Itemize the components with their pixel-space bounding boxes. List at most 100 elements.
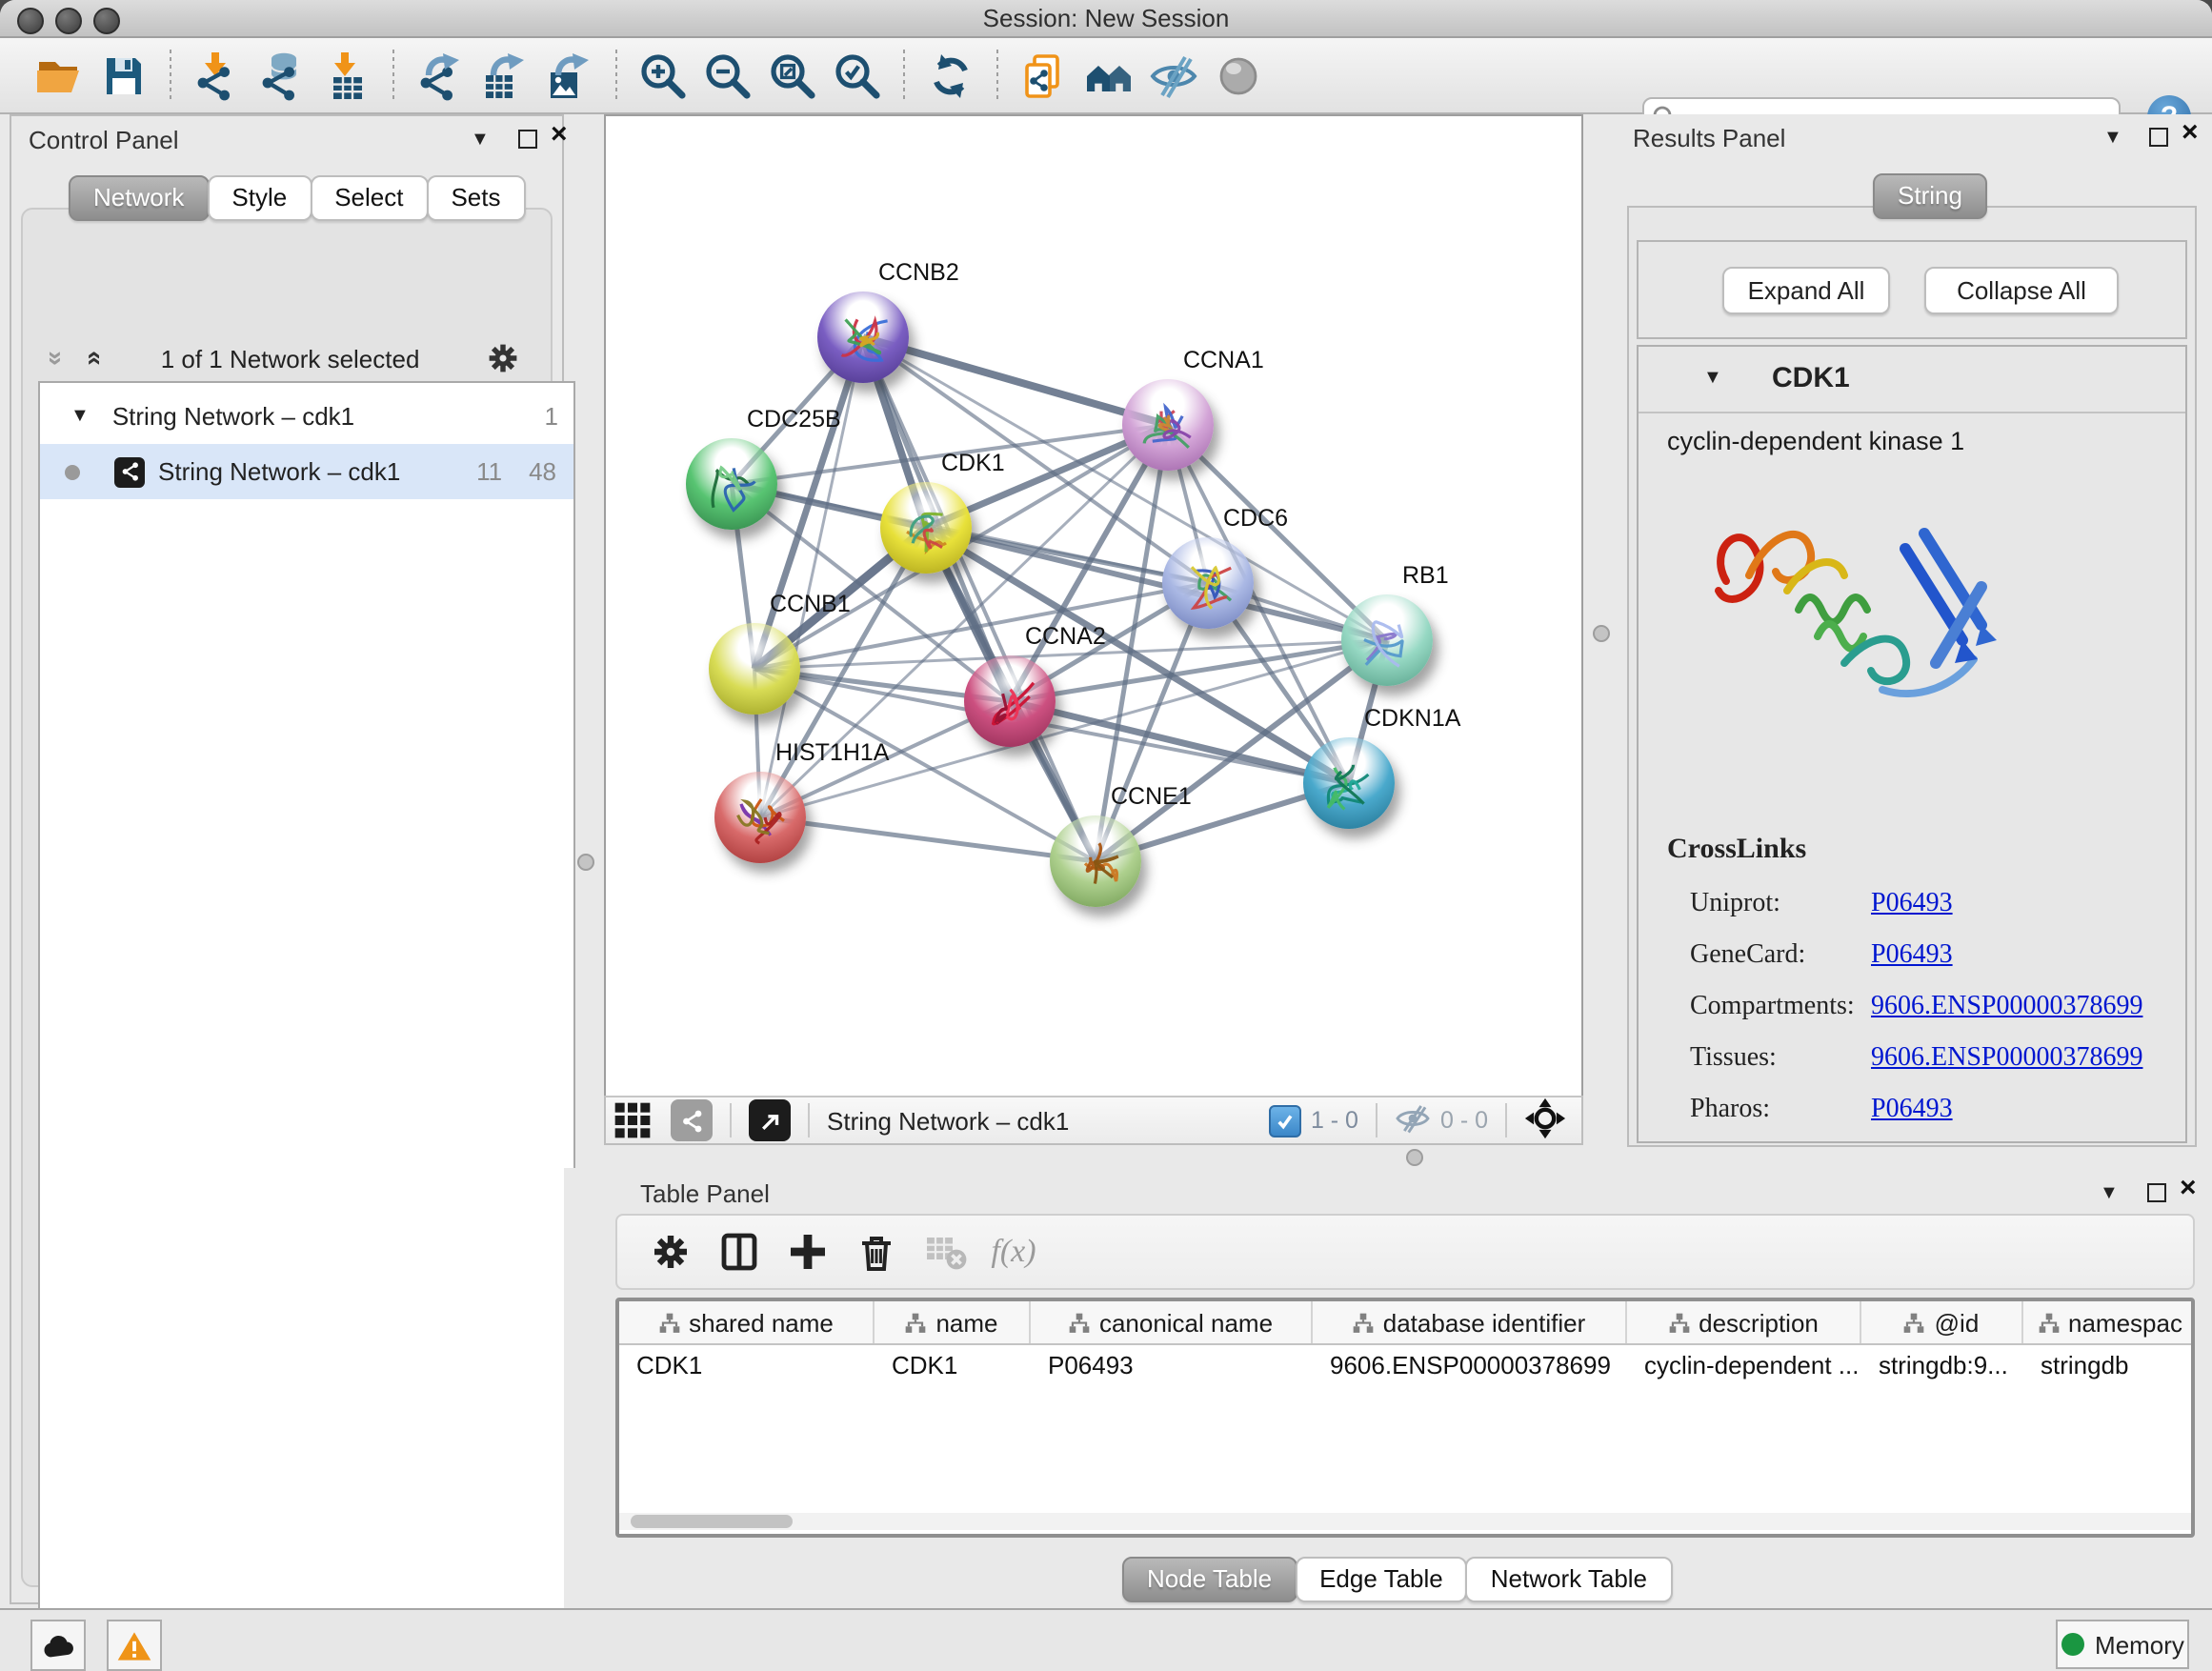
zoom-fit-icon[interactable] bbox=[760, 47, 825, 104]
crosslink-label: GeneCard: bbox=[1667, 940, 1871, 971]
right-splitter-handle[interactable] bbox=[1593, 625, 1610, 642]
protein-node-cdk1[interactable] bbox=[880, 482, 972, 574]
selected-checkbox-icon[interactable] bbox=[1269, 1104, 1301, 1137]
scrollbar-thumb[interactable] bbox=[631, 1515, 793, 1528]
tab-select[interactable]: Select bbox=[310, 175, 428, 221]
import-network-icon[interactable] bbox=[185, 47, 250, 104]
settings-icon[interactable] bbox=[636, 1223, 705, 1280]
export-network-icon[interactable] bbox=[408, 47, 473, 104]
delete-icon[interactable] bbox=[842, 1223, 911, 1280]
section-expander-icon[interactable]: ▼ bbox=[1703, 368, 1722, 389]
control-panel-close-icon[interactable]: × bbox=[551, 120, 568, 151]
protein-node-ccnb2[interactable] bbox=[817, 292, 909, 383]
zoom-out-icon[interactable] bbox=[695, 47, 760, 104]
show-hidden-icon[interactable] bbox=[1206, 47, 1271, 104]
protein-node-cdkn1a[interactable] bbox=[1303, 737, 1395, 829]
copy-network-icon[interactable] bbox=[1012, 47, 1076, 104]
column-header-description[interactable]: description bbox=[1627, 1301, 1861, 1343]
table-header-row: shared namenamecanonical namedatabase id… bbox=[619, 1301, 2191, 1345]
protein-node-hist1h1a[interactable] bbox=[714, 772, 806, 863]
refresh-icon[interactable] bbox=[918, 47, 983, 104]
network-tree-root-row[interactable]: ▼ String Network – cdk1 1 bbox=[40, 389, 573, 444]
birdseye-grid-icon[interactable] bbox=[606, 1092, 659, 1149]
column-header-namespac[interactable]: namespac bbox=[2023, 1301, 2195, 1343]
network-name-label: String Network – cdk1 bbox=[158, 457, 400, 486]
column-header--id[interactable]: @id bbox=[1861, 1301, 2023, 1343]
table-panel-menu-icon[interactable]: ▼ bbox=[2100, 1178, 2119, 1208]
expand-all-icon[interactable]: » bbox=[75, 351, 106, 366]
open-session-icon[interactable] bbox=[27, 47, 91, 104]
collapse-all-icon[interactable]: » bbox=[42, 351, 72, 366]
save-session-icon[interactable] bbox=[91, 47, 156, 104]
bottom-splitter-handle[interactable] bbox=[1406, 1149, 1423, 1166]
protein-node-cdc25b[interactable] bbox=[686, 438, 777, 530]
node-label-rb1: RB1 bbox=[1402, 562, 1449, 589]
delete-table-icon bbox=[911, 1223, 979, 1280]
export-table-icon[interactable] bbox=[473, 47, 537, 104]
results-panel-float-icon[interactable] bbox=[2149, 122, 2168, 152]
column-header-canonical-name[interactable]: canonical name bbox=[1031, 1301, 1313, 1343]
tab-network[interactable]: Network bbox=[69, 175, 209, 221]
import-database-icon[interactable] bbox=[250, 47, 314, 104]
tab-style[interactable]: Style bbox=[207, 175, 312, 221]
protein-node-ccna1[interactable] bbox=[1122, 379, 1214, 471]
protein-node-cdc6[interactable] bbox=[1162, 537, 1254, 629]
protein-node-ccnb1[interactable] bbox=[709, 623, 800, 715]
crosslink-label: Uniprot: bbox=[1667, 889, 1871, 919]
memory-label: Memory bbox=[2095, 1630, 2184, 1659]
tree-expander-icon[interactable]: ▼ bbox=[70, 406, 90, 427]
export-image-icon[interactable] bbox=[537, 47, 602, 104]
network-share-icon[interactable] bbox=[671, 1099, 713, 1141]
cdk1-section-header[interactable]: ▼ CDK1 bbox=[1639, 347, 2185, 413]
table-horizontal-scrollbar[interactable] bbox=[619, 1513, 2191, 1530]
network-view-title: String Network – cdk1 bbox=[827, 1106, 1069, 1135]
tab-string[interactable]: String bbox=[1873, 173, 1987, 219]
memory-button[interactable]: Memory bbox=[2056, 1620, 2189, 1669]
protein-node-ccna2[interactable] bbox=[964, 655, 1056, 747]
tab-edge-table[interactable]: Edge Table bbox=[1295, 1557, 1468, 1602]
crosslinks-title: CrossLinks bbox=[1667, 835, 2142, 867]
import-table-icon[interactable] bbox=[314, 47, 379, 104]
network-options-gear-icon[interactable] bbox=[482, 337, 524, 379]
column-header-name[interactable]: name bbox=[875, 1301, 1031, 1343]
control-panel-float-icon[interactable] bbox=[518, 124, 537, 154]
open-in-new-window-icon[interactable] bbox=[749, 1099, 791, 1141]
columns-icon[interactable] bbox=[705, 1223, 774, 1280]
hide-selected-icon[interactable] bbox=[1141, 47, 1206, 104]
zoom-selected-icon[interactable] bbox=[825, 47, 890, 104]
add-icon[interactable] bbox=[774, 1223, 842, 1280]
tab-node-table[interactable]: Node Table bbox=[1122, 1557, 1297, 1602]
expand-all-button[interactable]: Expand All bbox=[1722, 267, 1890, 314]
cdk1-section: ▼ CDK1 cyclin-dependent kinase 1 bbox=[1637, 345, 2187, 1143]
network-view-canvas[interactable]: CCNB2CCNA1CDC25BCDK1CDC6RB1CCNB1CCNA2CDK… bbox=[604, 114, 1583, 1097]
node-table: shared namenamecanonical namedatabase id… bbox=[615, 1298, 2195, 1538]
cloud-button[interactable] bbox=[30, 1620, 86, 1671]
protein-node-ccne1[interactable] bbox=[1050, 815, 1141, 907]
title-bar: Session: New Session bbox=[0, 0, 2212, 38]
table-panel-float-icon[interactable] bbox=[2147, 1178, 2166, 1208]
column-header-shared-name[interactable]: shared name bbox=[619, 1301, 875, 1343]
results-panel-close-icon[interactable]: × bbox=[2182, 118, 2199, 149]
network-type-icon bbox=[114, 456, 145, 487]
genecard-link[interactable]: P06493 bbox=[1871, 940, 1953, 971]
network-tree-selected-row[interactable]: String Network – cdk1 11 48 bbox=[40, 444, 573, 499]
tab-network-table[interactable]: Network Table bbox=[1466, 1557, 1672, 1602]
tab-sets[interactable]: Sets bbox=[426, 175, 525, 221]
pharos-link[interactable]: P06493 bbox=[1871, 1095, 1953, 1125]
left-splitter-handle[interactable] bbox=[577, 854, 594, 871]
collapse-all-button[interactable]: Collapse All bbox=[1924, 267, 2119, 314]
network-edge bbox=[863, 337, 1096, 861]
table-row[interactable]: CDK1CDK1P064939606.ENSP00000378699cyclin… bbox=[619, 1345, 2191, 1387]
zoom-in-icon[interactable] bbox=[631, 47, 695, 104]
protein-node-rb1[interactable] bbox=[1341, 594, 1433, 686]
tissues-link[interactable]: 9606.ENSP00000378699 bbox=[1871, 1043, 2142, 1074]
compartments-link[interactable]: 9606.ENSP00000378699 bbox=[1871, 992, 2142, 1022]
results-panel-menu-icon[interactable]: ▼ bbox=[2103, 122, 2122, 152]
warnings-button[interactable] bbox=[107, 1620, 162, 1671]
home-icon[interactable] bbox=[1076, 47, 1141, 104]
fit-content-crosshair-icon[interactable] bbox=[1524, 1097, 1566, 1144]
table-panel-close-icon[interactable]: × bbox=[2180, 1174, 2197, 1204]
uniprot-link[interactable]: P06493 bbox=[1871, 889, 1953, 919]
column-header-database-identifier[interactable]: database identifier bbox=[1313, 1301, 1627, 1343]
control-panel-menu-icon[interactable]: ▼ bbox=[471, 124, 490, 154]
